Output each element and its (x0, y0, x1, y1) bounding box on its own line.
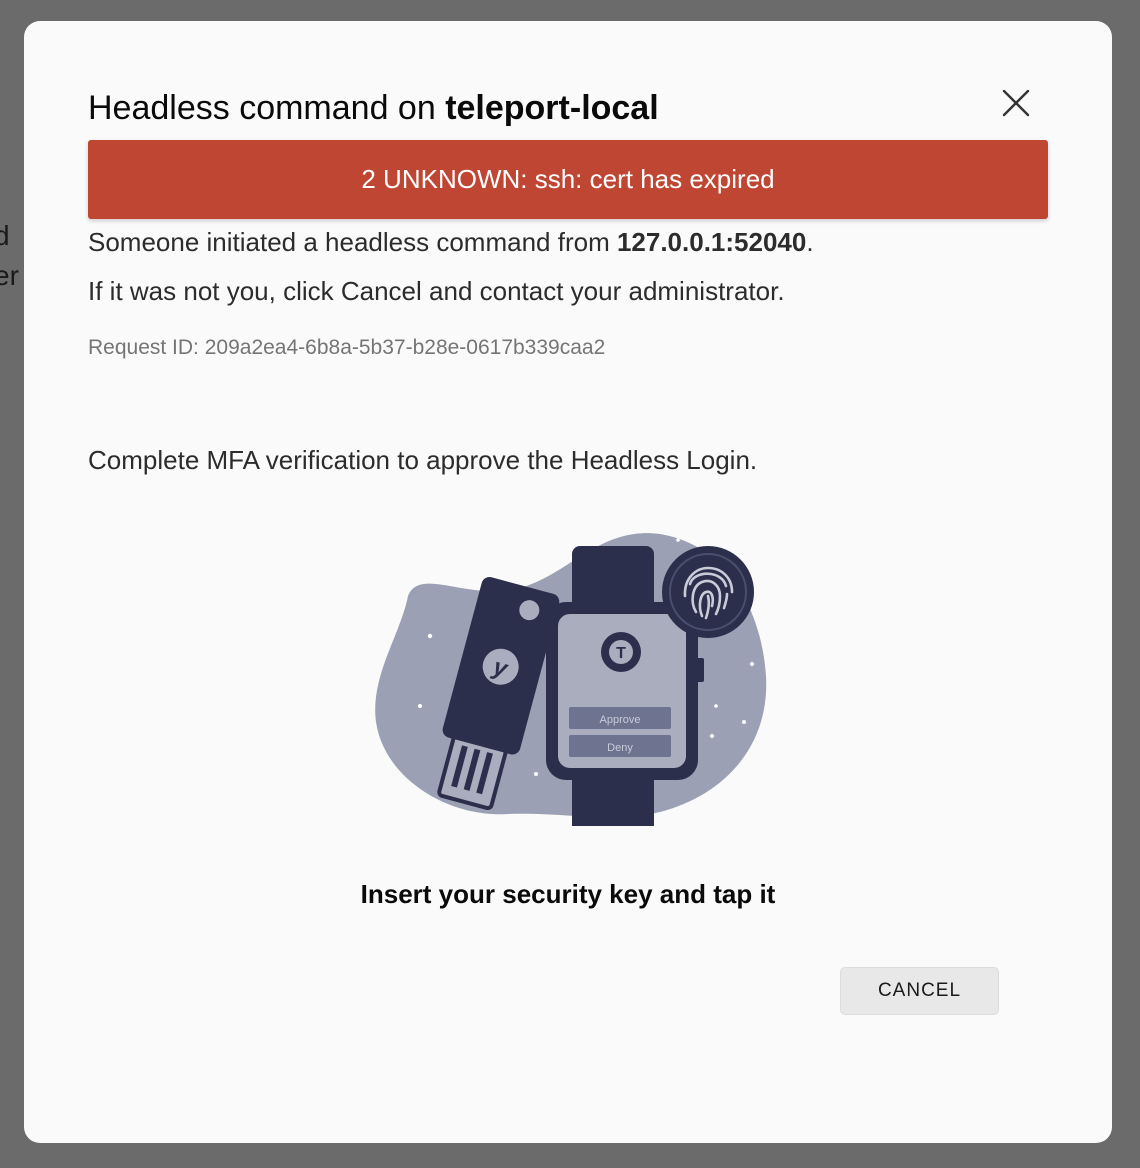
dialog-title: Headless command on teleport-local (88, 89, 659, 128)
initiated-suffix: . (806, 227, 814, 257)
close-button[interactable] (996, 83, 1036, 123)
watch-logo: T (616, 645, 626, 662)
fingerprint-icon (662, 546, 754, 638)
instruction-text: Insert your security key and tap it (360, 879, 776, 909)
approve-label: Approve (600, 714, 641, 726)
title-prefix: Headless command on (88, 89, 446, 127)
initiated-text: Someone initiated a headless command fro… (88, 227, 814, 258)
request-id-label: Request ID: (88, 336, 205, 359)
backdrop-text-fragment: d (0, 220, 10, 251)
deny-label: Deny (607, 742, 633, 754)
title-host: teleport-local (445, 89, 659, 127)
headless-login-dialog: Headless command on teleport-local 2 UNK… (24, 21, 1112, 1143)
warning-text: If it was not you, click Cancel and cont… (88, 276, 785, 306)
initiated-prefix: Someone initiated a headless command fro… (88, 227, 617, 257)
backdrop-text-fragment: er (0, 260, 19, 291)
close-icon (1002, 89, 1030, 117)
initiated-address: 127.0.0.1:52040 (616, 227, 807, 257)
error-message: 2 UNKNOWN: ssh: cert has expired (361, 164, 775, 194)
cancel-button[interactable]: CANCEL (840, 967, 999, 1015)
error-banner: 2 UNKNOWN: ssh: cert has expired (88, 140, 1048, 219)
request-id-value: 209a2ea4-6b8a-5b37-b28e-0617b339caa2 (204, 336, 606, 359)
request-id: Request ID: 209a2ea4-6b8a-5b37-b28e-0617… (88, 336, 605, 360)
security-key-illustration: y T Approve Deny (375, 533, 767, 826)
mfa-prompt: Complete MFA verification to approve the… (88, 445, 758, 475)
